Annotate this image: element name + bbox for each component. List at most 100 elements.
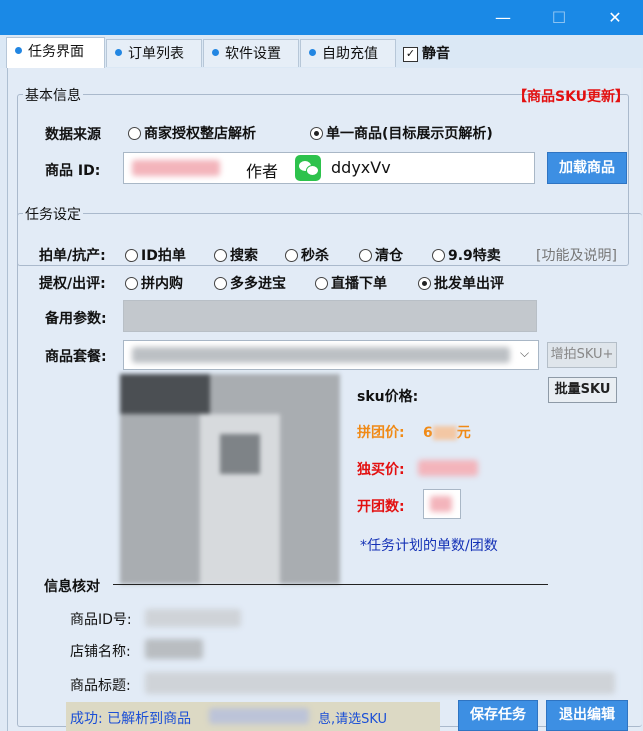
tab-orders[interactable]: 订单列表 bbox=[106, 39, 202, 67]
tab-label: 任务界面 bbox=[28, 44, 84, 60]
radio-label: 单一商品(目标展示页解析) bbox=[326, 126, 493, 142]
redacted-text bbox=[209, 708, 309, 724]
wechat-icon bbox=[295, 155, 321, 181]
minimize-button[interactable]: — bbox=[475, 0, 531, 35]
review-type-label: 提权/出评: bbox=[39, 276, 106, 292]
sku-update-link[interactable]: 【商品SKU更新】 bbox=[513, 86, 629, 106]
add-sku-button[interactable]: 增拍SKU+ bbox=[547, 342, 617, 368]
order-option-id[interactable]: ID拍单 bbox=[125, 245, 186, 265]
radio-label: 拼内购 bbox=[141, 276, 183, 292]
group-price-unit: 元 bbox=[456, 425, 471, 441]
source-option-single[interactable]: 单一商品(目标展示页解析) bbox=[310, 123, 493, 143]
verify-divider bbox=[113, 584, 548, 585]
review-option-duoduo[interactable]: 多多进宝 bbox=[214, 273, 286, 293]
group-count-label: 开团数: bbox=[357, 499, 405, 515]
radio-label: 多多进宝 bbox=[230, 276, 286, 292]
tab-recharge[interactable]: 自助充值 bbox=[300, 39, 396, 67]
basic-info-legend: 基本信息 bbox=[23, 85, 83, 105]
close-button[interactable]: ✕ bbox=[587, 0, 643, 35]
redacted-text bbox=[132, 347, 510, 363]
radio-icon bbox=[315, 276, 328, 290]
radio-icon bbox=[125, 276, 138, 290]
radio-label: 清仓 bbox=[375, 248, 403, 264]
tab-dot-icon bbox=[15, 46, 22, 54]
radio-selected-icon bbox=[310, 126, 323, 140]
mute-checkbox[interactable]: ✓ 静音 bbox=[403, 43, 450, 63]
verify-title-value bbox=[145, 672, 615, 694]
tab-bar: 任务界面 订单列表 软件设置 自助充值 ✓ 静音 bbox=[0, 35, 643, 68]
tab-label: 自助充值 bbox=[322, 46, 378, 62]
load-product-button[interactable]: 加载商品 bbox=[547, 152, 627, 184]
review-option-live[interactable]: 直播下单 bbox=[315, 273, 387, 293]
verify-product-id-label: 商品ID号: bbox=[70, 612, 132, 628]
order-option-clearance[interactable]: 清仓 bbox=[359, 245, 403, 265]
verify-product-id-value bbox=[145, 609, 241, 627]
order-option-99[interactable]: 9.9特卖 bbox=[432, 245, 501, 265]
radio-icon bbox=[432, 248, 445, 262]
radio-label: 商家授权整店解析 bbox=[144, 126, 256, 142]
product-id-input[interactable]: 作者 ddyxVv bbox=[123, 152, 535, 184]
sku-price-label: sku价格: bbox=[357, 389, 419, 405]
close-icon: ✕ bbox=[608, 8, 622, 27]
order-option-flash[interactable]: 秒杀 bbox=[285, 245, 329, 265]
tab-dot-icon bbox=[309, 48, 316, 56]
radio-selected-icon bbox=[418, 276, 431, 290]
review-option-inner[interactable]: 拼内购 bbox=[125, 273, 183, 293]
radio-icon bbox=[214, 248, 227, 262]
redacted-text bbox=[430, 496, 452, 512]
review-option-wholesale[interactable]: 批发单出评 bbox=[418, 273, 504, 293]
tab-dot-icon bbox=[115, 48, 122, 56]
batch-sku-button[interactable]: 批量SKU bbox=[548, 377, 617, 403]
backup-params-label: 备用参数: bbox=[45, 311, 107, 327]
order-option-search[interactable]: 搜索 bbox=[214, 245, 258, 265]
group-price-value: 6元 bbox=[423, 422, 471, 442]
checkbox-check-icon: ✓ bbox=[403, 46, 418, 62]
group-price-number: 6 bbox=[423, 425, 433, 441]
package-select[interactable]: ⌵ bbox=[123, 340, 539, 370]
maximize-icon: ☐ bbox=[551, 8, 567, 27]
redacted-text bbox=[432, 426, 457, 440]
status-text-2: 息,请选SKU bbox=[318, 712, 388, 727]
solo-price-value-redacted bbox=[418, 460, 478, 476]
help-link[interactable]: [功能及说明] bbox=[536, 245, 617, 265]
backup-params-input[interactable] bbox=[123, 300, 537, 332]
product-image bbox=[120, 374, 340, 584]
radio-icon bbox=[125, 248, 138, 262]
tab-dot-icon bbox=[212, 48, 219, 56]
maximize-button[interactable]: ☐ bbox=[531, 0, 587, 35]
radio-label: ID拍单 bbox=[141, 248, 186, 264]
wechat-id-text: ddyxVv bbox=[331, 158, 391, 177]
radio-label: 秒杀 bbox=[301, 248, 329, 264]
verify-title: 信息核对 bbox=[44, 579, 100, 595]
chevron-down-icon: ⌵ bbox=[520, 346, 530, 360]
radio-label: 搜索 bbox=[230, 248, 258, 264]
package-label: 商品套餐: bbox=[45, 349, 107, 365]
tab-settings[interactable]: 软件设置 bbox=[203, 39, 299, 67]
tab-task[interactable]: 任务界面 bbox=[6, 37, 105, 68]
title-bar: — ☐ ✕ bbox=[0, 0, 643, 35]
verify-title-label: 商品标题: bbox=[70, 678, 131, 694]
radio-icon bbox=[128, 126, 141, 140]
radio-label: 9.9特卖 bbox=[448, 248, 501, 264]
verify-shop-value bbox=[145, 639, 203, 659]
tab-label: 软件设置 bbox=[225, 46, 281, 62]
task-settings-legend: 任务设定 bbox=[23, 204, 83, 224]
status-text: 成功: 已解析到商品 bbox=[70, 711, 192, 727]
task-note: *任务计划的单数/团数 bbox=[360, 538, 498, 554]
order-type-label: 拍单/抗产: bbox=[39, 248, 106, 264]
radio-label: 直播下单 bbox=[331, 276, 387, 292]
verify-shop-label: 店铺名称: bbox=[70, 644, 131, 660]
source-option-shop[interactable]: 商家授权整店解析 bbox=[128, 123, 256, 143]
product-id-label: 商品 ID: bbox=[45, 163, 101, 179]
group-price-label: 拼团价: bbox=[357, 425, 405, 441]
radio-label: 批发单出评 bbox=[434, 276, 504, 292]
save-task-button[interactable]: 保存任务 bbox=[458, 700, 538, 731]
mute-label: 静音 bbox=[422, 46, 450, 62]
redacted-text bbox=[132, 160, 220, 176]
group-count-input[interactable] bbox=[423, 489, 461, 519]
source-label: 数据来源 bbox=[45, 127, 101, 143]
exit-edit-button[interactable]: 退出编辑 bbox=[546, 700, 628, 731]
tab-label: 订单列表 bbox=[128, 46, 184, 62]
radio-icon bbox=[359, 248, 372, 262]
radio-icon bbox=[285, 248, 298, 262]
